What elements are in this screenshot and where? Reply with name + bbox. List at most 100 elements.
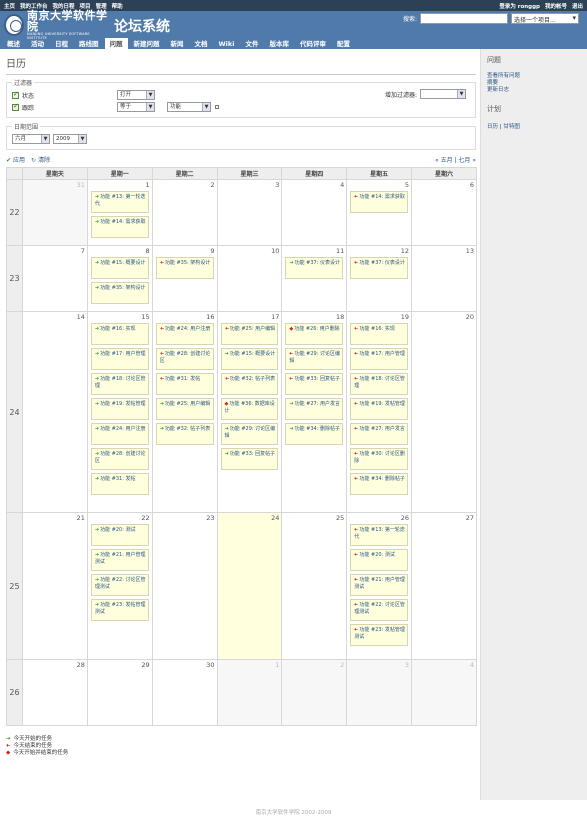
calendar-issue[interactable]: ➜功能 #25: 用户编辑 xyxy=(155,398,214,420)
issue-link[interactable]: 功能 #24: 用户注册 xyxy=(100,426,145,432)
tracker-value-select[interactable]: 功能 ▼ xyxy=(167,102,211,112)
calendar-link[interactable]: 日历 xyxy=(487,124,498,130)
main-menu-tab[interactable]: 概述 xyxy=(2,38,25,49)
issue-link[interactable]: 功能 #34: 删除帖子 xyxy=(295,426,340,432)
issue-link[interactable]: 功能 #37: 仪表设计 xyxy=(359,260,404,266)
calendar-issue[interactable]: ➜功能 #19: 发帖管理 xyxy=(90,398,149,420)
issue-link[interactable]: 功能 #37: 仪表设计 xyxy=(295,260,340,266)
project-jump-select[interactable]: 选择一个项目... xyxy=(511,13,579,24)
main-menu-tab[interactable]: 新闻 xyxy=(166,38,189,49)
issue-link[interactable]: 功能 #32: 帖子列表 xyxy=(165,426,210,432)
sidebar-issue-link[interactable]: 更新日志 xyxy=(487,87,581,94)
top-menu-item[interactable]: 我的帐号 xyxy=(545,4,567,10)
issue-link[interactable]: 功能 #31: 发帖 xyxy=(100,476,135,482)
main-menu-tab[interactable]: 日程 xyxy=(50,38,73,49)
issue-link[interactable]: 功能 #27: 用户发言 xyxy=(295,401,340,407)
calendar-issue[interactable]: ◆功能 #26: 用户删除 xyxy=(285,323,344,345)
issue-link[interactable]: 功能 #13: 第一轮迭代 xyxy=(95,194,146,207)
issue-link[interactable]: 功能 #31: 发帖 xyxy=(165,376,200,382)
main-menu-tab[interactable]: Wiki xyxy=(214,38,240,49)
status-operator-select[interactable]: 打开 ▼ xyxy=(117,90,155,100)
calendar-issue[interactable]: ➜功能 #29: 讨论区编辑 xyxy=(220,423,279,445)
calendar-issue[interactable]: ➜功能 #21: 用户管理测试 xyxy=(350,574,409,596)
calendar-issue[interactable]: ➜功能 #37: 仪表设计 xyxy=(350,257,409,279)
calendar-issue[interactable]: ➜功能 #15: 概要设计 xyxy=(220,348,279,370)
issue-link[interactable]: 功能 #35: 架构设计 xyxy=(165,260,210,266)
main-menu-tab[interactable]: 路线图 xyxy=(74,38,104,49)
issue-link[interactable]: 功能 #14: 需求获取 xyxy=(359,194,404,200)
issue-link[interactable]: 功能 #24: 用户注册 xyxy=(165,326,210,332)
issue-link[interactable]: 功能 #26: 用户删除 xyxy=(294,326,339,332)
issue-link[interactable]: 功能 #27: 用户发言 xyxy=(359,426,404,432)
add-filter-select[interactable]: ▼ xyxy=(420,89,466,99)
calendar-issue[interactable]: ◆功能 #36: 数据库设计 xyxy=(220,398,279,420)
issue-link[interactable]: 功能 #29: 讨论区编辑 xyxy=(225,426,276,439)
calendar-issue[interactable]: ➜功能 #21: 用户管理测试 xyxy=(90,549,149,571)
issue-link[interactable]: 功能 #14: 需求获取 xyxy=(100,219,145,225)
calendar-issue[interactable]: ➜功能 #20: 测试 xyxy=(350,549,409,571)
calendar-issue[interactable]: ➜功能 #22: 讨论区管理测试 xyxy=(90,574,149,596)
top-menu-item[interactable]: 退出 xyxy=(572,4,583,10)
main-menu-tab[interactable]: 问题 xyxy=(104,38,128,49)
issue-link[interactable]: 功能 #22: 讨论区管理测试 xyxy=(354,602,405,615)
issue-link[interactable]: 功能 #22: 讨论区管理测试 xyxy=(95,577,146,590)
issue-link[interactable]: 功能 #25: 用户编辑 xyxy=(165,401,210,407)
issue-link[interactable]: 功能 #16: 实现 xyxy=(100,326,135,332)
calendar-issue[interactable]: ➜功能 #13: 第一轮迭代 xyxy=(90,191,149,213)
issue-link[interactable]: 功能 #15: 概要设计 xyxy=(100,260,145,266)
issue-link[interactable]: 功能 #15: 概要设计 xyxy=(230,351,275,357)
calendar-issue[interactable]: ➜功能 #31: 发帖 xyxy=(155,373,214,395)
calendar-issue[interactable]: ➜功能 #29: 讨论区编辑 xyxy=(285,348,344,370)
issue-link[interactable]: 功能 #18: 讨论区管理 xyxy=(95,376,146,389)
calendar-issue[interactable]: ➜功能 #17: 用户管理 xyxy=(90,348,149,370)
calendar-issue[interactable]: ➜功能 #19: 发帖管理 xyxy=(350,398,409,420)
calendar-issue[interactable]: ➜功能 #33: 回复帖子 xyxy=(220,448,279,470)
calendar-issue[interactable]: ➜功能 #18: 讨论区管理 xyxy=(350,373,409,395)
calendar-issue[interactable]: ➜功能 #24: 用户注册 xyxy=(155,323,214,345)
month-nav[interactable]: « 五月 | 七月 » xyxy=(435,155,476,164)
issue-link[interactable]: 功能 #18: 讨论区管理 xyxy=(354,376,405,389)
issue-link[interactable]: 功能 #32: 帖子列表 xyxy=(230,376,275,382)
calendar-issue[interactable]: ➜功能 #25: 用户编辑 xyxy=(220,323,279,345)
main-menu-tab[interactable]: 文档 xyxy=(190,38,213,49)
main-menu-tab[interactable]: 新建问题 xyxy=(129,38,165,49)
issue-link[interactable]: 功能 #20: 测试 xyxy=(100,527,135,533)
issue-link[interactable]: 功能 #30: 讨论区删除 xyxy=(354,451,405,464)
toggle-multiselect-icon[interactable] xyxy=(215,105,219,109)
issue-link[interactable]: 功能 #23: 发帖管理测试 xyxy=(354,627,405,640)
calendar-issue[interactable]: ➜功能 #31: 发帖 xyxy=(90,473,149,495)
issue-link[interactable]: 功能 #25: 用户编辑 xyxy=(230,326,275,332)
main-menu-tab[interactable]: 配置 xyxy=(332,38,355,49)
issue-link[interactable]: 功能 #21: 用户管理测试 xyxy=(95,552,146,565)
calendar-issue[interactable]: ➜功能 #13: 第一轮迭代 xyxy=(350,524,409,546)
calendar-issue[interactable]: ➜功能 #37: 仪表设计 xyxy=(285,257,344,279)
tracker-operator-select[interactable]: 等于 ▼ xyxy=(117,102,155,112)
calendar-issue[interactable]: ➜功能 #23: 发帖管理测试 xyxy=(350,624,409,646)
calendar-issue[interactable]: ➜功能 #15: 概要设计 xyxy=(90,257,149,279)
calendar-issue[interactable]: ➜功能 #16: 实现 xyxy=(90,323,149,345)
calendar-issue[interactable]: ➜功能 #32: 帖子列表 xyxy=(220,373,279,395)
issue-link[interactable]: 功能 #20: 测试 xyxy=(359,552,394,558)
calendar-issue[interactable]: ➜功能 #28: 创建讨论区 xyxy=(155,348,214,370)
calendar-issue[interactable]: ➜功能 #35: 架构设计 xyxy=(90,282,149,304)
year-select[interactable]: 2009 ▼ xyxy=(53,134,87,144)
issue-link[interactable]: 功能 #28: 创建讨论区 xyxy=(160,351,211,364)
issue-link[interactable]: 功能 #19: 发帖管理 xyxy=(100,401,145,407)
main-menu-tab[interactable]: 活动 xyxy=(26,38,49,49)
issue-link[interactable]: 功能 #16: 实现 xyxy=(359,326,394,332)
sidebar-issue-link[interactable]: 查看所有问题 xyxy=(487,73,581,80)
gantt-link[interactable]: 甘特图 xyxy=(503,124,520,130)
issue-link[interactable]: 功能 #23: 发帖管理测试 xyxy=(95,602,146,615)
issue-link[interactable]: 功能 #29: 讨论区编辑 xyxy=(289,351,340,364)
calendar-issue[interactable]: ➜功能 #32: 帖子列表 xyxy=(155,423,214,445)
calendar-issue[interactable]: ➜功能 #18: 讨论区管理 xyxy=(90,373,149,395)
main-menu-tab[interactable]: 代码评审 xyxy=(295,38,331,49)
issue-link[interactable]: 功能 #17: 用户管理 xyxy=(100,351,145,357)
status-filter-checkbox[interactable] xyxy=(12,90,19,99)
calendar-issue[interactable]: ➜功能 #27: 用户发言 xyxy=(350,423,409,445)
calendar-issue[interactable]: ➜功能 #28: 创建讨论区 xyxy=(90,448,149,470)
calendar-issue[interactable]: ➜功能 #33: 回复帖子 xyxy=(285,373,344,395)
main-menu-tab[interactable]: 版本库 xyxy=(264,38,294,49)
clear-link[interactable]: 清除 xyxy=(31,155,50,164)
calendar-issue[interactable]: ➜功能 #34: 删除帖子 xyxy=(350,473,409,495)
